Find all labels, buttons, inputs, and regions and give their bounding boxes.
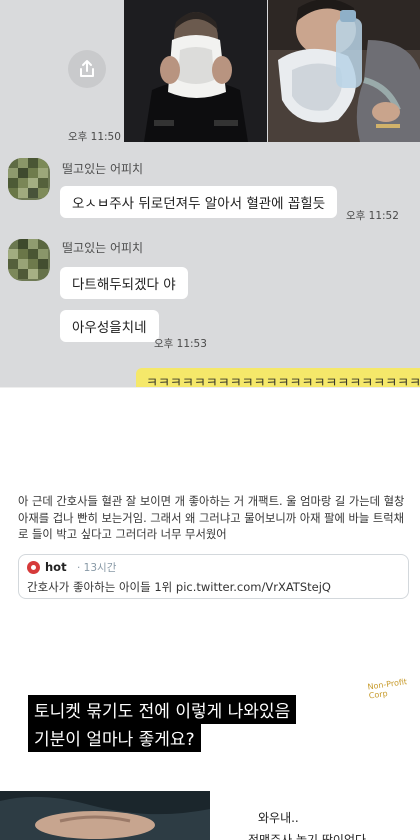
tweet-screenshot: 아 근데 간호사들 혈관 잘 보이면 개 좋아하는 거 개팩트. 울 엄마랑 길… [0,387,420,667]
video-screenshot: Non-Profit Corp 토니켓 묶기도 전에 이렇게 나와있음 기분이 … [0,667,420,840]
message-timestamp: 오후 11:52 [346,210,399,222]
video-caption: 토니켓 묶기도 전에 이렇게 나와있음 [28,695,297,724]
video-frame [0,791,210,840]
quoted-user-avatar[interactable] [27,561,40,574]
video-caption: 기분이 얼마나 좋게요? [28,723,201,752]
sender-avatar[interactable] [8,239,50,281]
message-text: 다트해두되겠다 야 [72,277,176,293]
sender-name: 떨고있는 어피치 [62,162,144,176]
quoted-tweet-link[interactable]: pic.twitter.com/VrXATStejQ [176,580,331,594]
message-text: ㅋㅋㅋㅋㅋㅋㅋㅋㅋㅋㅋㅋㅋㅋㅋㅋㅋㅋㅋㅋㅋㅋㅋㅋ [146,375,420,388]
received-message-bubble[interactable]: 다트해두되겠다 야 [60,267,188,299]
sender-avatar[interactable] [8,158,50,200]
message-timestamp: 오후 11:53 [154,338,207,350]
message-text: 아우성을치네 [72,320,147,336]
received-message-bubble[interactable]: 오ㅅㅂ주사 뒤로던져두 알아서 혈관에 꼽힐듯 [60,186,338,218]
chat-screenshot: 오후 11:50 떨고있는 어피치 오ㅅㅂ주사 뒤로던져두 알아서 혈관에 꼽힐… [0,0,420,387]
video-side-text: 와우내.. [258,811,299,825]
sender-name: 떨고있는 어피치 [62,241,144,255]
quoted-tweet-card[interactable]: hot · 13시간 간호사가 좋아하는 아이들 1위 pic.twitter.… [18,554,409,599]
quoted-tweet-time: · 13시간 [77,562,117,574]
sent-photo-right[interactable] [268,0,420,142]
sent-message-bubble[interactable]: ㅋㅋㅋㅋㅋㅋㅋㅋㅋㅋㅋㅋㅋㅋㅋㅋㅋㅋㅋㅋㅋㅋㅋㅋ [136,368,420,387]
tweet-text: 아 근데 간호사들 혈관 잘 보이면 개 좋아하는 거 개팩트. 울 엄마랑 길… [18,495,405,541]
divider [0,387,420,388]
share-icon [80,60,94,77]
quoted-user-name[interactable]: hot [45,560,67,574]
received-message-bubble[interactable]: 아우성을치네 [60,310,159,342]
quoted-tweet-body: 간호사가 좋아하는 아이들 1위 pic.twitter.com/VrXATSt… [27,579,331,595]
channel-logo: Non-Profit Corp [367,677,408,701]
message-text: 오ㅅㅂ주사 뒤로던져두 알아서 혈관에 꼽힐듯 [72,196,326,212]
sent-photo-left[interactable] [124,0,267,142]
quoted-tweet-text: 간호사가 좋아하는 아이들 1위 [27,580,173,594]
video-side-text: 정맥주사 놓기 딱이었다 [248,833,367,840]
photo-timestamp: 오후 11:50 [68,131,121,143]
share-button[interactable] [68,50,106,88]
